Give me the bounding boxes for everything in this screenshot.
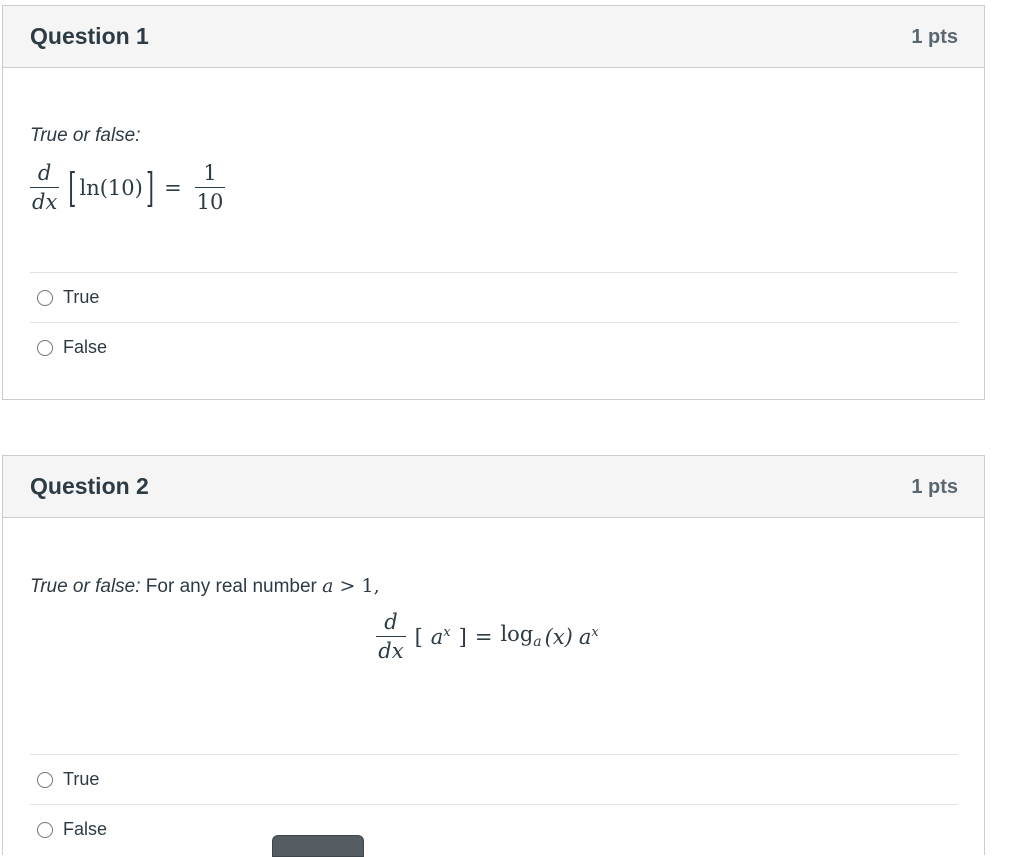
prompt-text: For any real number bbox=[140, 576, 323, 597]
log-argument: (x) bbox=[544, 624, 573, 649]
answer-option-true[interactable]: True bbox=[30, 272, 958, 322]
prompt-italic: True or false: bbox=[30, 576, 141, 597]
answer-list: True False bbox=[30, 754, 958, 854]
derivative-operator: d dx bbox=[376, 610, 406, 663]
answer-option-false[interactable]: False bbox=[30, 322, 958, 372]
question-text: True or false: d dx [ ln(10) ] = 1 10 bbox=[30, 125, 958, 214]
answer-label: False bbox=[63, 337, 108, 357]
answer-label: False bbox=[63, 819, 108, 839]
equals-sign: = bbox=[474, 624, 493, 649]
floating-button[interactable] bbox=[272, 835, 364, 857]
radio-button[interactable] bbox=[37, 822, 53, 838]
prompt-relation: > 1, bbox=[333, 575, 380, 597]
left-bracket: [ bbox=[68, 164, 77, 211]
right-bracket: ] bbox=[458, 624, 467, 649]
equals-sign: = bbox=[164, 175, 182, 200]
prompt-italic: True or false: bbox=[30, 125, 141, 146]
question-header: Question 2 1 pts bbox=[3, 456, 984, 518]
question-title: Question 2 bbox=[30, 473, 149, 499]
answer-label: True bbox=[63, 769, 100, 789]
right-bracket: ] bbox=[145, 164, 155, 211]
derivative-operator: d dx bbox=[30, 161, 60, 214]
question-points: 1 pts bbox=[911, 476, 958, 498]
left-bracket: [ bbox=[414, 624, 423, 649]
answer-option-false[interactable]: False bbox=[30, 804, 958, 854]
answer-list: True False bbox=[30, 272, 958, 372]
equation: d dx [ ax ] = loga (x) ax bbox=[30, 610, 958, 663]
prompt-variable: a bbox=[322, 575, 334, 597]
radio-button[interactable] bbox=[37, 340, 53, 356]
question-header: Question 1 1 pts bbox=[3, 6, 984, 68]
answer-option-true[interactable]: True bbox=[30, 754, 958, 804]
question-title: Question 1 bbox=[30, 23, 149, 49]
log-term: loga bbox=[500, 622, 542, 651]
equation-inner: ln(10) bbox=[79, 175, 143, 200]
question-2-card: Question 2 1 pts True or false: For any … bbox=[2, 455, 985, 855]
rhs-fraction: 1 10 bbox=[194, 161, 226, 214]
question-prompt: True or false: bbox=[30, 125, 958, 147]
equation-inner: ax bbox=[430, 624, 451, 649]
equation: d dx [ ln(10) ] = 1 10 bbox=[30, 161, 958, 214]
rhs-power: ax bbox=[578, 624, 599, 649]
radio-button[interactable] bbox=[37, 290, 53, 306]
question-text: True or false: For any real number a > 1… bbox=[30, 575, 958, 663]
question-points: 1 pts bbox=[911, 26, 958, 48]
question-prompt: True or false: For any real number a > 1… bbox=[30, 575, 958, 598]
answer-label: True bbox=[63, 287, 100, 307]
question-1-card: Question 1 1 pts True or false: d dx [ l… bbox=[2, 5, 985, 400]
radio-button[interactable] bbox=[37, 772, 53, 788]
